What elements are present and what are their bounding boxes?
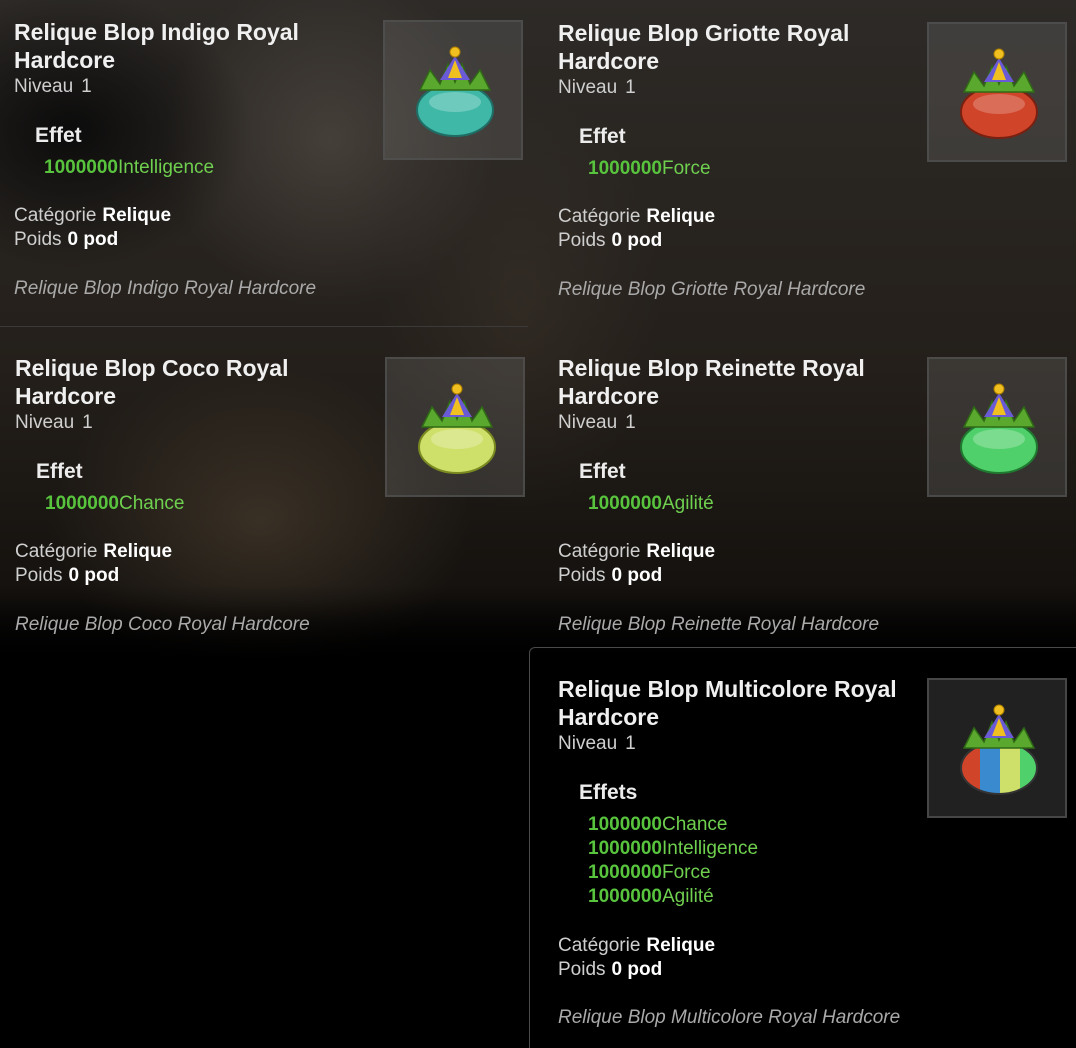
effect-line: 1000000Chance [588,814,728,835]
item-level: Niveau 1 [14,76,92,97]
item-title: Relique Blop Indigo Royal Hardcore [14,19,299,73]
item-description: Relique Blop Indigo Royal Hardcore [14,278,317,299]
item-weight: Poids 0 pod [14,229,119,250]
item-title: Relique Blop Griotte Royal Hardcore [558,20,850,74]
item-description: Relique Blop Griotte Royal Hardcore [558,279,866,300]
item-icon-slot[interactable] [927,22,1067,162]
blop-reinette-royal-icon [960,383,1038,474]
item-title: Relique Blop Multicolore Royal Hardcore [558,676,897,730]
item-category: Catégorie Relique [15,541,173,562]
item-weight: Poids 0 pod [558,959,663,980]
blop-coco-royal-icon [418,383,496,474]
item-weight: Poids 0 pod [558,230,663,251]
effect-line: 1000000Agilité [588,886,714,907]
item-card-coco[interactable]: Relique Blop Coco Royal Hardcore Niveau 1… [15,354,525,654]
item-weight: Poids 0 pod [558,565,663,586]
item-card-reinette[interactable]: Relique Blop Reinette Royal Hardcore Niv… [558,354,1068,654]
item-description: Relique Blop Reinette Royal Hardcore [558,614,880,635]
item-card-indigo[interactable]: Relique Blop Indigo Royal Hardcore Nivea… [14,18,524,318]
blop-griotte-royal-icon [960,48,1038,139]
item-title: Relique Blop Reinette Royal Hardcore [558,355,865,409]
effect-line: 1000000Force [588,862,711,883]
item-level: Niveau 1 [558,412,636,433]
item-icon-slot[interactable] [927,678,1067,818]
item-title: Relique Blop Coco Royal Hardcore [15,355,289,409]
item-weight: Poids 0 pod [15,565,120,586]
effects-heading: Effet [36,460,83,483]
item-icon-slot[interactable] [927,357,1067,497]
effect-line: 1000000Force [588,158,711,179]
item-card-griotte[interactable]: Relique Blop Griotte Royal Hardcore Nive… [558,19,1068,319]
item-description: Relique Blop Coco Royal Hardcore [15,614,310,635]
blop-multicolore-royal-icon [960,704,1038,795]
effect-line: 1000000Intelligence [588,838,759,859]
item-category: Catégorie Relique [558,541,716,562]
item-category: Catégorie Relique [558,206,716,227]
row-divider [0,326,528,327]
blop-indigo-royal-icon [416,46,494,137]
item-icon-slot[interactable] [383,20,523,160]
effect-line: 1000000Intelligence [44,157,215,178]
item-icon-slot[interactable] [385,357,525,497]
item-card-multicolore[interactable]: Relique Blop Multicolore Royal Hardcore … [558,675,1068,1035]
item-description: Relique Blop Multicolore Royal Hardcore [558,1007,901,1028]
effects-heading: Effet [579,125,626,148]
item-level: Niveau 1 [558,733,636,754]
item-category: Catégorie Relique [14,205,172,226]
effects-heading: Effets [579,781,638,804]
item-level: Niveau 1 [558,77,636,98]
item-category: Catégorie Relique [558,935,716,956]
item-level: Niveau 1 [15,412,93,433]
effect-line: 1000000Chance [45,493,185,514]
effect-line: 1000000Agilité [588,493,714,514]
effects-heading: Effet [35,124,82,147]
effects-heading: Effet [579,460,626,483]
